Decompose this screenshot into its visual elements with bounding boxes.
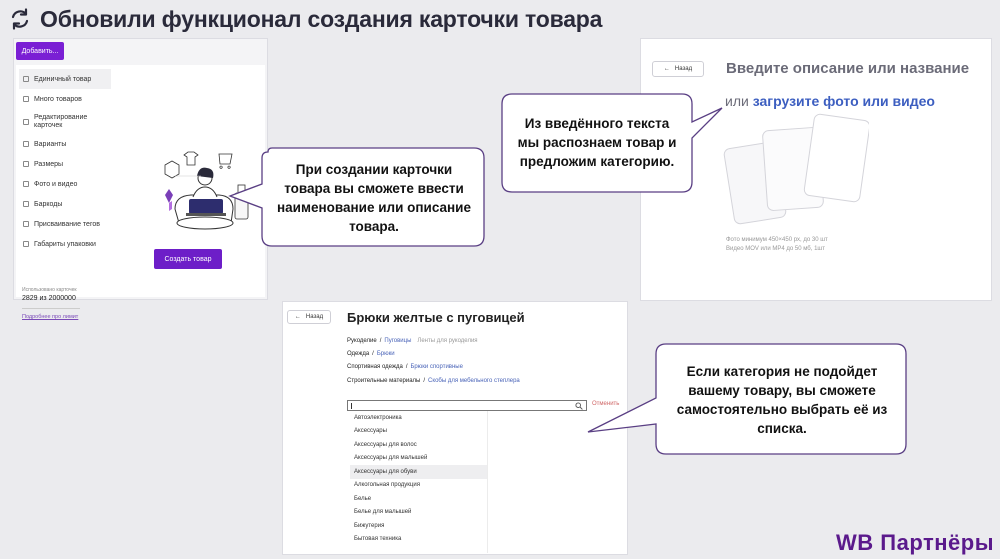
callout-line: предложим категорию.: [519, 154, 675, 169]
callout-line: самостоятельно выбрать её из: [676, 402, 888, 417]
callout-line: При создании карточки: [295, 162, 453, 177]
callout-line: вашему товару, вы сможете: [688, 383, 876, 398]
callout-line: списка.: [757, 421, 807, 436]
callout-bubbles: [228, 93, 907, 455]
brand-logo: WB Партнёры: [836, 530, 994, 555]
callout-line: мы распознаем товар и: [517, 135, 677, 150]
callout-text-create: При создании карточки товара вы сможете …: [270, 160, 478, 236]
callout-text-choose: Если категория не подойдет вашему товару…: [664, 362, 900, 438]
callout-line: товара.: [349, 219, 399, 234]
callout-line: Если категория не подойдет: [686, 364, 878, 379]
callout-text-recognize: Из введённого текста мы распознаем товар…: [508, 114, 686, 171]
callout-line: товара вы сможете ввести: [284, 181, 464, 196]
callout-line: наименование или описание: [277, 200, 471, 215]
callout-line: Из введённого текста: [524, 116, 670, 131]
